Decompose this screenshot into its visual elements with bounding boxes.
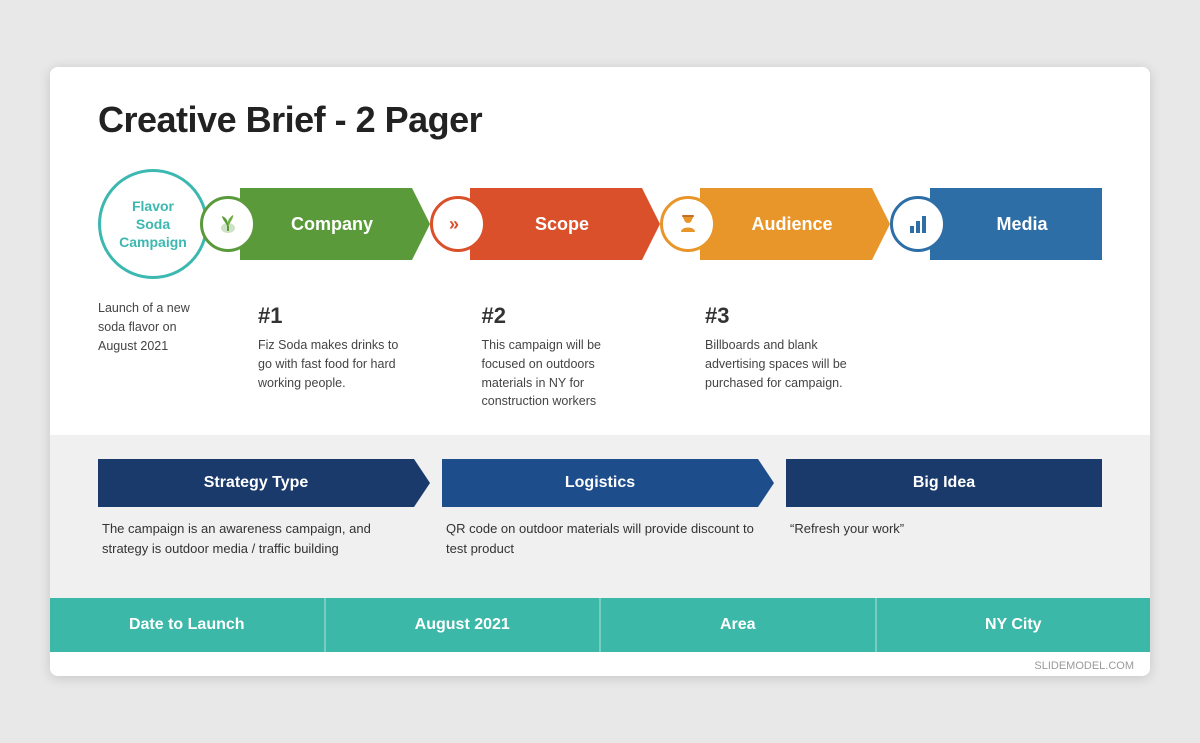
- chevrons-icon: »: [444, 210, 472, 238]
- media-icon-circle: [890, 196, 946, 252]
- desc-audience: #3 Billboards and blank advertising spac…: [697, 299, 879, 411]
- scope-block: Scope: [470, 188, 642, 260]
- logistics-body: QR code on outdoor materials will provid…: [442, 507, 758, 562]
- desc-row: Launch of a new soda flavor on August 20…: [98, 299, 1102, 411]
- slide-container: Creative Brief - 2 Pager FlavorSodaCampa…: [50, 67, 1150, 676]
- desc-company: #1 Fiz Soda makes drinks to go with fast…: [250, 299, 432, 411]
- bottom-area-label: Area: [601, 598, 877, 652]
- circle-label: FlavorSodaCampaign: [98, 169, 208, 279]
- strategy-row: Strategy Type The campaign is an awarene…: [98, 459, 1102, 562]
- strategy-type-body: The campaign is an awareness campaign, a…: [98, 507, 414, 562]
- chart-icon: [904, 210, 932, 238]
- worker-icon: [674, 210, 702, 238]
- scope-icon-circle: »: [430, 196, 486, 252]
- media-block: Media: [930, 188, 1102, 260]
- company-icon-circle: [200, 196, 256, 252]
- desc-media: [921, 299, 1103, 411]
- strategy-type-header: Strategy Type: [98, 459, 414, 507]
- company-block: Company: [240, 188, 412, 260]
- flow-row: FlavorSodaCampaign Company: [98, 169, 1102, 279]
- top-section: Creative Brief - 2 Pager FlavorSodaCampa…: [50, 67, 1150, 435]
- audience-block: Audience: [700, 188, 872, 260]
- num-3: #3: [705, 299, 863, 332]
- big-idea-body: “Refresh your work”: [786, 507, 1102, 543]
- logistics-block: Logistics QR code on outdoor materials w…: [442, 459, 758, 562]
- middle-section: Strategy Type The campaign is an awarene…: [50, 435, 1150, 598]
- big-idea-header: Big Idea: [786, 459, 1102, 507]
- bottom-section: Date to Launch August 2021 Area NY City: [50, 598, 1150, 652]
- slide-title: Creative Brief - 2 Pager: [98, 99, 1102, 141]
- bottom-august-2021: August 2021: [326, 598, 602, 652]
- big-idea-block: Big Idea “Refresh your work”: [786, 459, 1102, 562]
- audience-icon-circle: [660, 196, 716, 252]
- num-1: #1: [258, 299, 416, 332]
- svg-text:»: »: [449, 214, 459, 234]
- bottom-ny-city: NY City: [877, 598, 1151, 652]
- logistics-header: Logistics: [442, 459, 758, 507]
- flow-blocks: Company » Scope: [200, 188, 1102, 260]
- desc-scope: #2 This campaign will be focused on outd…: [474, 299, 656, 411]
- strategy-type-block: Strategy Type The campaign is an awarene…: [98, 459, 414, 562]
- plant-icon: [214, 210, 242, 238]
- watermark: SLIDEMODEL.COM: [50, 652, 1150, 676]
- intro-desc: Launch of a new soda flavor on August 20…: [98, 299, 208, 411]
- bottom-date-to-launch-label: Date to Launch: [50, 598, 326, 652]
- num-2: #2: [482, 299, 640, 332]
